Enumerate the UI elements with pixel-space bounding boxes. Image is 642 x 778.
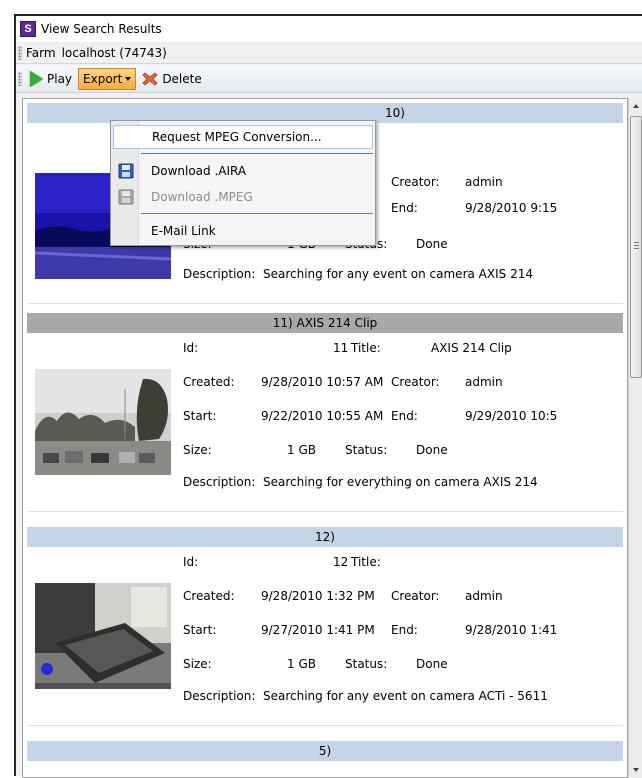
video-thumbnail[interactable] bbox=[35, 583, 171, 689]
title-bar: S View Search Results bbox=[16, 16, 642, 42]
menu-item-label: E-Mail Link bbox=[151, 224, 216, 238]
floppy-disk-icon bbox=[118, 189, 134, 205]
creator-label: Creator: bbox=[391, 375, 440, 389]
menu-item-download-mpeg: Download .MPEG bbox=[111, 185, 375, 209]
farm-value[interactable]: localhost (74743) bbox=[62, 46, 167, 60]
created-value: 9/28/2010 10:57 AM bbox=[261, 375, 384, 389]
description-label: Description: bbox=[183, 475, 256, 489]
record-divider bbox=[27, 303, 623, 304]
search-result-record[interactable]: 12) Id: 12 Title: Created: 9/28/2010 1:3… bbox=[23, 527, 627, 739]
creator-value: admin bbox=[465, 589, 503, 603]
description-value: Searching for any event on camera AXIS 2… bbox=[263, 267, 533, 281]
status-value: Done bbox=[416, 443, 448, 457]
play-label: Play bbox=[47, 71, 73, 86]
export-button[interactable]: Export bbox=[78, 67, 137, 90]
menu-separator bbox=[141, 153, 373, 154]
id-value: 12 bbox=[333, 555, 349, 569]
creator-value: admin bbox=[465, 175, 503, 189]
status-label: Status: bbox=[345, 657, 388, 671]
end-label: End: bbox=[391, 201, 418, 215]
id-value: 11 bbox=[333, 341, 349, 355]
video-thumbnail[interactable] bbox=[35, 369, 171, 475]
description-label: Description: bbox=[183, 689, 256, 703]
id-label: Id: bbox=[183, 555, 199, 569]
app-logo-icon: S bbox=[20, 21, 36, 37]
size-label: Size: bbox=[183, 443, 212, 457]
toolbar-grip-icon[interactable] bbox=[18, 71, 22, 86]
scroll-thumb[interactable] bbox=[630, 116, 642, 378]
title-label: Title: bbox=[351, 555, 381, 569]
play-icon bbox=[30, 70, 43, 87]
end-value: 9/28/2010 9:15 bbox=[465, 201, 558, 215]
menu-item-request-mpeg-conversion[interactable]: Request MPEG Conversion... bbox=[113, 125, 373, 149]
farm-label: Farm bbox=[26, 45, 56, 60]
created-value: 9/28/2010 1:32 PM bbox=[261, 589, 375, 603]
vertical-scrollbar[interactable] bbox=[628, 98, 642, 778]
end-label: End: bbox=[391, 409, 418, 423]
description-label: Description: bbox=[183, 267, 256, 281]
window-title: View Search Results bbox=[41, 22, 162, 36]
id-label: Id: bbox=[183, 341, 199, 355]
status-value: Done bbox=[416, 657, 448, 671]
floppy-disk-icon bbox=[118, 163, 134, 179]
description-value: Searching for everything on camera AXIS … bbox=[263, 475, 538, 489]
creator-label: Creator: bbox=[391, 175, 440, 189]
record-header-text: 10) bbox=[385, 106, 405, 120]
menu-item-label: Download .AIRA bbox=[151, 164, 247, 178]
search-result-record[interactable]: 11) AXIS 214 Clip Id: 11 Title: AXIS 214… bbox=[23, 313, 627, 525]
start-value: 9/22/2010 10:55 AM bbox=[261, 409, 384, 423]
main-toolbar: Play Export Delete bbox=[16, 65, 642, 93]
export-label: Export bbox=[83, 71, 123, 86]
record-divider bbox=[27, 725, 623, 726]
record-header: 5) bbox=[27, 741, 623, 761]
menu-item-label: Request MPEG Conversion... bbox=[152, 130, 322, 144]
export-dropdown-menu: Request MPEG Conversion... Download .AIR… bbox=[110, 120, 376, 246]
end-value: 9/29/2010 10:5 bbox=[465, 409, 558, 423]
title-label: Title: bbox=[351, 341, 381, 355]
play-button[interactable]: Play bbox=[26, 68, 76, 90]
status-label: Status: bbox=[345, 443, 388, 457]
record-header: 11) AXIS 214 Clip bbox=[27, 313, 623, 333]
menu-item-download-aira[interactable]: Download .AIRA bbox=[111, 159, 375, 183]
record-divider bbox=[27, 511, 623, 512]
size-value: 1 GB bbox=[287, 443, 316, 457]
size-value: 1 GB bbox=[287, 657, 316, 671]
creator-label: Creator: bbox=[391, 589, 440, 603]
title-value: AXIS 214 Clip bbox=[431, 341, 512, 355]
arrow-up-icon bbox=[633, 104, 639, 108]
created-label: Created: bbox=[183, 589, 235, 603]
view-search-results-window: S View Search Results Farm localhost (74… bbox=[14, 14, 642, 778]
arrow-down-icon bbox=[633, 768, 639, 772]
menu-separator bbox=[141, 213, 373, 214]
grip-icon bbox=[634, 242, 639, 251]
farm-bar: Farm localhost (74743) bbox=[16, 42, 642, 64]
start-value: 9/27/2010 1:41 PM bbox=[261, 623, 375, 637]
scroll-up-button[interactable] bbox=[629, 98, 642, 114]
created-label: Created: bbox=[183, 375, 235, 389]
status-value: Done bbox=[416, 237, 448, 251]
size-label: Size: bbox=[183, 657, 212, 671]
search-result-record[interactable]: 5) bbox=[23, 741, 627, 777]
toolbar-grip-icon[interactable] bbox=[18, 45, 22, 60]
delete-button[interactable]: Delete bbox=[138, 68, 205, 90]
end-label: End: bbox=[391, 623, 418, 637]
menu-item-label: Download .MPEG bbox=[151, 190, 253, 204]
delete-x-icon bbox=[142, 71, 158, 86]
delete-label: Delete bbox=[162, 71, 202, 86]
record-header-text: 12) bbox=[315, 530, 335, 544]
start-label: Start: bbox=[183, 623, 217, 637]
start-label: Start: bbox=[183, 409, 217, 423]
description-value: Searching for any event on camera ACTi -… bbox=[263, 689, 548, 703]
creator-value: admin bbox=[465, 375, 503, 389]
dropdown-arrow-icon bbox=[125, 76, 132, 81]
record-header: 12) bbox=[27, 527, 623, 547]
menu-item-email-link[interactable]: E-Mail Link bbox=[111, 219, 375, 243]
record-header-text: 5) bbox=[318, 744, 332, 758]
record-header-text: 11) AXIS 214 Clip bbox=[272, 316, 378, 330]
end-value: 9/28/2010 1:41 bbox=[465, 623, 558, 637]
